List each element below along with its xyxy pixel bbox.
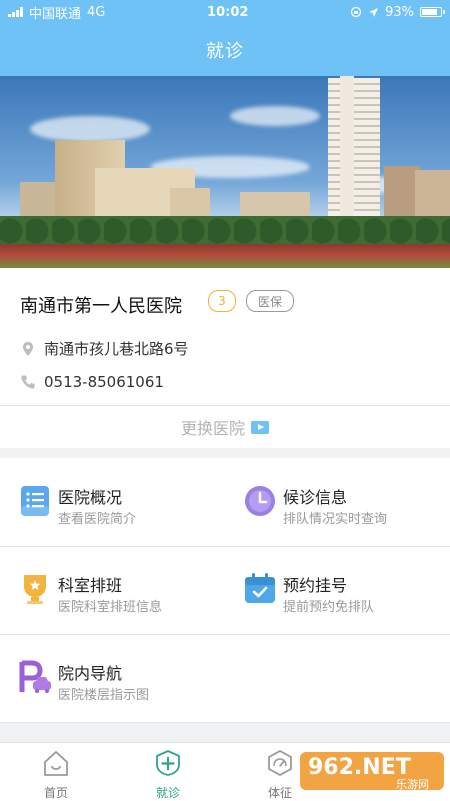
clock-time: 10:02 <box>207 4 249 20</box>
status-bar: 中国联通 4G 10:02 93% <box>0 0 450 24</box>
home-icon <box>44 751 68 776</box>
battery-percent: 93% <box>385 4 414 20</box>
divider <box>0 722 450 723</box>
watermark-logo: 962.NET 乐游网 <box>300 752 444 791</box>
status-right: 93% <box>350 4 445 20</box>
hospital-address: 南通市孩儿巷北路6号 <box>44 340 189 358</box>
hospital-info: 南通市第一人民医院 3 医保 南通市孩儿巷北路6号 0513-85061061 <box>0 268 450 406</box>
menu-subtitle: 医院楼层指示图 <box>58 688 150 703</box>
location-pin-icon <box>23 341 33 356</box>
watermark-brand: 962.NET <box>308 755 411 780</box>
menu-subtitle: 提前预约免排队 <box>283 600 375 615</box>
network-label: 4G <box>87 4 106 20</box>
address-row: 南通市孩儿巷北路6号 <box>20 338 189 359</box>
play-icon <box>251 420 269 434</box>
menu-title: 院内导航 <box>58 664 123 683</box>
menu-appointment[interactable]: 预约挂号 提前预约免排队 <box>225 546 450 634</box>
menu-waiting-info[interactable]: 候诊信息 排队情况实时查询 <box>225 458 450 546</box>
page-header: 就诊 <box>0 24 450 76</box>
carrier-label: 中国联通 <box>29 6 82 22</box>
tab-label: 就诊 <box>155 786 180 800</box>
tab-home[interactable]: 首页 <box>16 749 96 801</box>
parking-car-icon <box>19 660 51 693</box>
menu-title: 候诊信息 <box>283 488 348 507</box>
watermark-sub: 乐游网 <box>396 778 429 791</box>
phone-icon <box>21 375 35 389</box>
document-list-icon <box>21 486 49 516</box>
trophy-icon <box>24 575 46 604</box>
rotation-lock-icon <box>350 6 362 18</box>
change-hospital-button[interactable]: 更换医院 <box>0 406 450 448</box>
hospital-level-badge: 3 <box>208 290 236 312</box>
medical-cross-icon <box>156 750 180 776</box>
gauge-icon <box>268 750 292 776</box>
status-left: 中国联通 4G <box>8 3 105 22</box>
menu-title: 科室排班 <box>58 576 123 595</box>
menu-subtitle: 排队情况实时查询 <box>283 512 388 527</box>
menu-title: 预约挂号 <box>283 576 348 595</box>
menu-indoor-navigation[interactable]: 院内导航 医院楼层指示图 <box>0 634 225 722</box>
page-title: 就诊 <box>206 41 244 62</box>
menu-subtitle: 查看医院简介 <box>58 512 137 527</box>
tab-label: 首页 <box>43 786 68 800</box>
insurance-badge: 医保 <box>246 290 294 312</box>
tab-visit[interactable]: 就诊 <box>128 749 208 801</box>
menu-hospital-overview[interactable]: 医院概况 查看医院简介 <box>0 458 225 546</box>
battery-icon <box>419 7 445 17</box>
change-hospital-label: 更换医院 <box>180 419 245 438</box>
phone-row[interactable]: 0513-85061061 <box>20 373 164 391</box>
service-menu: 医院概况 查看医院简介 候诊信息 排队情况实时查询 科室排班 医院科室排班信息 <box>0 458 450 723</box>
clock-icon <box>245 486 275 516</box>
calendar-check-icon <box>245 573 275 603</box>
hospital-phone: 0513-85061061 <box>44 373 164 391</box>
menu-subtitle: 医院科室排班信息 <box>58 600 163 615</box>
menu-department-schedule[interactable]: 科室排班 医院科室排班信息 <box>0 546 225 634</box>
menu-title: 医院概况 <box>58 488 123 507</box>
hospital-name: 南通市第一人民医院 <box>20 296 182 317</box>
signal-icon <box>8 7 23 17</box>
location-arrow-icon <box>369 7 379 17</box>
hospital-photo <box>0 76 450 268</box>
